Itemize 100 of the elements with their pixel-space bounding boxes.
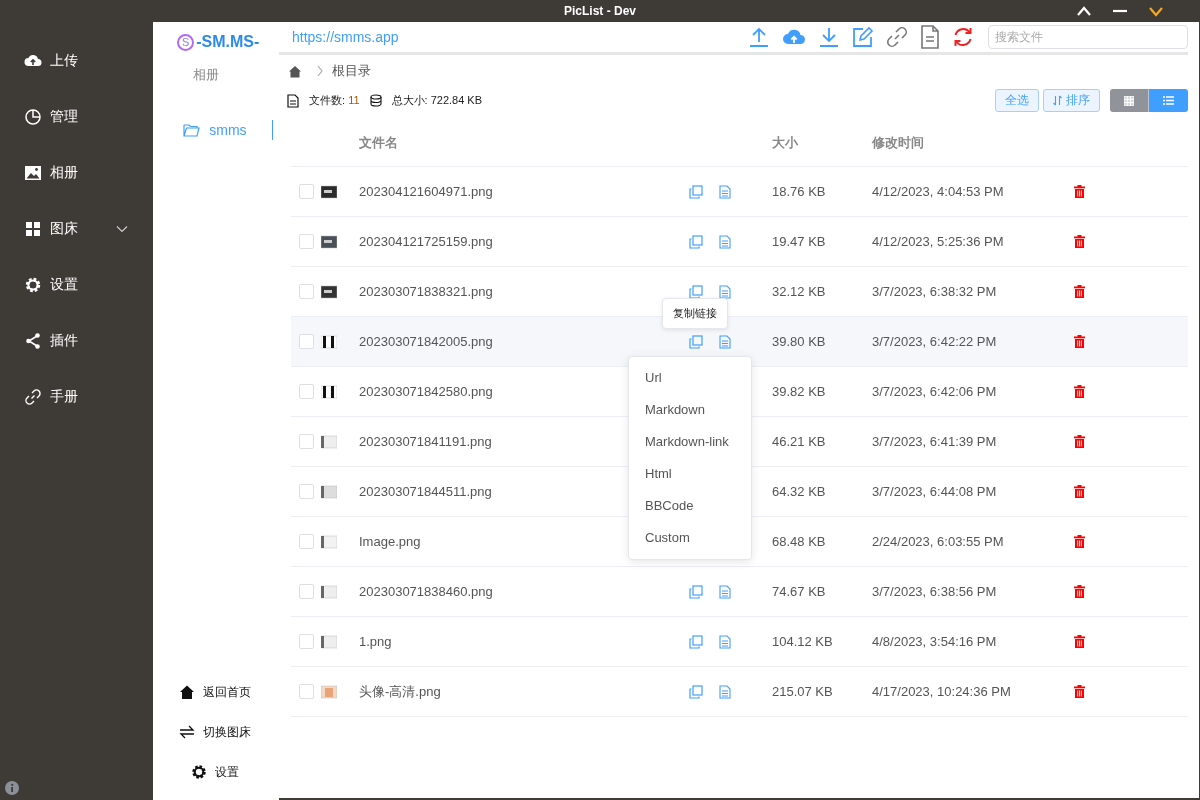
file-size: 74.67 KB xyxy=(772,584,826,599)
copy-icon[interactable] xyxy=(689,234,703,249)
copy-icon[interactable] xyxy=(689,184,703,199)
copy-icon[interactable] xyxy=(689,584,703,599)
file-info-icon[interactable] xyxy=(719,634,731,649)
info-icon[interactable] xyxy=(5,781,19,795)
sidebar-item[interactable]: 图床 xyxy=(0,201,154,257)
database-icon xyxy=(369,94,382,107)
file-name: 头像-高清.png xyxy=(359,682,441,701)
delete-icon[interactable] xyxy=(1074,235,1085,248)
column-header: 修改时间 xyxy=(872,133,925,152)
menu-item[interactable]: Custom xyxy=(629,521,751,554)
file-info-icon[interactable] xyxy=(719,334,731,349)
file-info-icon[interactable] xyxy=(719,684,731,699)
copy-icon[interactable] xyxy=(689,684,703,699)
file-info-icon[interactable] xyxy=(719,234,731,249)
breadcrumb-item[interactable]: 根目录 xyxy=(332,62,371,80)
modified-time: 3/7/2023, 6:38:32 PM xyxy=(872,284,997,299)
delete-icon[interactable] xyxy=(1074,635,1085,648)
pie-icon xyxy=(24,108,42,126)
refresh-icon[interactable] xyxy=(952,26,974,48)
gear-icon xyxy=(24,276,42,294)
checkbox[interactable] xyxy=(299,334,314,349)
copy-icon[interactable] xyxy=(689,284,703,299)
link-icon xyxy=(24,388,42,406)
logo-icon: S xyxy=(177,33,195,51)
home-icon xyxy=(179,684,196,700)
checkbox[interactable] xyxy=(299,634,314,649)
file-size: 32.12 KB xyxy=(772,284,826,299)
menu-item[interactable]: Url xyxy=(629,361,751,394)
home-icon[interactable] xyxy=(288,64,302,78)
menu-item[interactable]: Markdown xyxy=(629,393,751,426)
checkbox[interactable] xyxy=(299,434,314,449)
file-size: 39.82 KB xyxy=(772,384,826,399)
delete-icon[interactable] xyxy=(1074,535,1085,548)
file-name: 202304121725159.png xyxy=(359,234,493,249)
sidebar-item[interactable]: 上传 xyxy=(0,33,154,89)
chevron-down-icon xyxy=(116,225,128,233)
checkbox[interactable] xyxy=(299,584,314,599)
checkbox[interactable] xyxy=(299,534,314,549)
nav-link[interactable]: 返回首页 xyxy=(179,672,252,712)
list-icon xyxy=(1163,96,1174,105)
document-icon[interactable] xyxy=(920,25,940,49)
copy-icon[interactable] xyxy=(689,634,703,649)
modified-time: 3/7/2023, 6:42:22 PM xyxy=(872,334,997,349)
sidebar-item[interactable]: 手册 xyxy=(0,369,154,425)
file-info-icon[interactable] xyxy=(719,284,731,299)
sidebar-item[interactable]: 设置 xyxy=(0,257,154,313)
checkbox[interactable] xyxy=(299,384,314,399)
file-size: 104.12 KB xyxy=(772,634,833,649)
checkbox[interactable] xyxy=(299,234,314,249)
delete-icon[interactable] xyxy=(1074,485,1085,498)
checkbox[interactable] xyxy=(299,484,314,499)
edit-icon[interactable] xyxy=(852,26,874,48)
delete-icon[interactable] xyxy=(1074,685,1085,698)
share-icon xyxy=(24,332,42,350)
file-info-icon[interactable] xyxy=(719,184,731,199)
delete-icon[interactable] xyxy=(1074,335,1085,348)
upload-icon[interactable] xyxy=(748,26,770,48)
sort-icon xyxy=(1053,95,1062,106)
collapse-icon[interactable] xyxy=(1076,5,1092,17)
grid-icon xyxy=(24,220,42,238)
menu-item[interactable]: BBCode xyxy=(629,489,751,522)
nav-link[interactable]: 切换图床 xyxy=(179,712,252,752)
checkbox[interactable] xyxy=(299,184,314,199)
delete-icon[interactable] xyxy=(1074,185,1085,198)
checkbox[interactable] xyxy=(299,284,314,299)
chevron-down-icon[interactable] xyxy=(1148,5,1164,17)
sidebar-item[interactable]: 相册 xyxy=(0,145,154,201)
modified-time: 4/8/2023, 3:54:16 PM xyxy=(872,634,997,649)
delete-icon[interactable] xyxy=(1074,585,1085,598)
delete-icon[interactable] xyxy=(1074,385,1085,398)
file-size: 46.21 KB xyxy=(772,434,826,449)
file-size: 215.07 KB xyxy=(772,684,833,699)
list-view-button[interactable] xyxy=(1149,89,1188,112)
sidebar-item[interactable]: 管理 xyxy=(0,89,154,145)
delete-icon[interactable] xyxy=(1074,435,1085,448)
link-icon[interactable] xyxy=(886,26,908,48)
search-field[interactable]: 搜索文件 xyxy=(988,25,1188,49)
modified-time: 3/7/2023, 6:41:39 PM xyxy=(872,434,997,449)
file-name: 202303071841191.png xyxy=(359,434,492,449)
settings-icon xyxy=(191,764,208,780)
file-name: 202303071844511.png xyxy=(359,484,492,499)
file-size: 39.80 KB xyxy=(772,334,826,349)
checkbox[interactable] xyxy=(299,684,314,699)
chevron-right-icon xyxy=(316,65,324,77)
file-count: 文件数: 11 xyxy=(309,93,360,108)
file-info-icon[interactable] xyxy=(719,584,731,599)
sidebar-item[interactable]: 插件 xyxy=(0,313,154,369)
file-name: 202304121604971.png xyxy=(359,184,493,199)
menu-item[interactable]: Html xyxy=(629,457,751,490)
grid-view-button[interactable] xyxy=(1110,89,1149,112)
menu-item[interactable]: Markdown-link xyxy=(629,425,751,458)
modified-time: 2/24/2023, 6:03:55 PM xyxy=(872,534,1004,549)
delete-icon[interactable] xyxy=(1074,285,1085,298)
section-title: 相册 xyxy=(193,66,220,84)
nav-link[interactable]: 设置 xyxy=(191,752,240,792)
copy-icon[interactable] xyxy=(689,334,703,349)
download-icon[interactable] xyxy=(818,26,840,48)
image-icon xyxy=(24,164,42,182)
